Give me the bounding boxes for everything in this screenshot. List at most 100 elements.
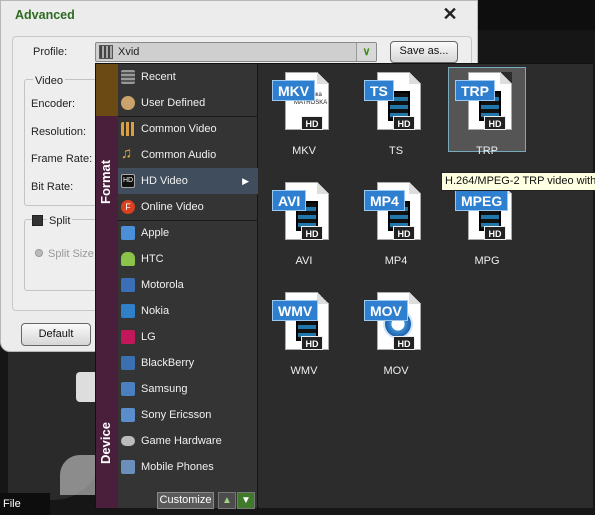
hd-badge: HD	[301, 336, 323, 350]
category-mobile-phones[interactable]: Mobile Phones	[118, 454, 258, 480]
ipod-icon	[121, 226, 135, 240]
format-badge: WMV	[272, 300, 319, 321]
format-label: TRP	[476, 145, 498, 157]
split-size-radio[interactable]	[35, 249, 43, 257]
tab-device-label: Device	[98, 422, 113, 464]
category-label: Apple	[141, 227, 170, 239]
category-label: Mobile Phones	[141, 461, 214, 473]
flash-icon: F	[121, 200, 135, 214]
category-label: Nokia	[141, 305, 170, 317]
format-label: MOV	[383, 365, 409, 377]
save-as-button[interactable]: Save as...	[390, 41, 458, 63]
hd-badge: HD	[301, 226, 323, 240]
format-mp4[interactable]: MP4 HD MP4	[351, 174, 433, 274]
category-common-audio[interactable]: ♫ Common Audio	[118, 142, 258, 168]
tab-format-highlight	[96, 64, 118, 116]
hd-icon: HD	[121, 174, 135, 188]
category-sony-ericsson[interactable]: Sony Ericsson	[118, 402, 258, 428]
category-samsung[interactable]: Samsung	[118, 376, 258, 402]
category-list: Recent User Defined Common Video ♫ Common…	[118, 64, 258, 509]
format-badge: MPEG	[455, 190, 509, 211]
dialog-title: Advanced	[15, 8, 75, 22]
format-badge: MKV	[272, 80, 316, 101]
category-label: Common Video	[141, 123, 217, 135]
scroll-up-icon[interactable]: ▲	[218, 492, 236, 509]
profile-value: Xvid	[118, 46, 140, 58]
category-user-defined[interactable]: User Defined	[118, 90, 258, 116]
profile-format-icon	[99, 45, 113, 59]
category-game-hardware[interactable]: Game Hardware	[118, 428, 258, 454]
category-recent[interactable]: Recent	[118, 64, 258, 90]
scroll-down-icon[interactable]: ▼	[237, 492, 255, 509]
phone-icon	[121, 382, 135, 396]
format-badge: TRP	[455, 80, 495, 101]
app-decoration	[60, 455, 100, 495]
format-trp[interactable]: TRP HD TRP	[442, 64, 526, 164]
profile-select[interactable]: Xvid ∨	[95, 42, 377, 62]
video-group-label: Video	[33, 75, 65, 87]
tab-device[interactable]: Device	[96, 206, 118, 508]
category-common-video[interactable]: Common Video	[118, 116, 258, 142]
split-label: Split	[47, 215, 73, 227]
category-blackberry[interactable]: BlackBerry	[118, 350, 258, 376]
hd-badge: HD	[301, 116, 323, 130]
category-label: Recent	[141, 71, 176, 83]
format-badge: MP4	[364, 190, 405, 211]
format-grid: матрёшка MATROSKA MKV HD MKV TS HD TS TR…	[259, 64, 593, 508]
category-label: HTC	[141, 253, 164, 265]
format-label: TS	[388, 145, 404, 157]
file-menu[interactable]: File	[0, 493, 50, 515]
format-ts[interactable]: TS HD TS	[351, 64, 433, 164]
format-mov[interactable]: MOV HD MOV	[351, 284, 433, 384]
format-label: MKV	[292, 145, 316, 157]
category-label: HD Video	[141, 175, 188, 187]
recent-icon	[121, 70, 135, 84]
format-label: WMV	[290, 365, 318, 377]
phone-icon	[121, 278, 135, 292]
default-button[interactable]: Default	[21, 323, 91, 346]
format-label: MPG	[474, 255, 500, 267]
encoder-label: Encoder:	[31, 98, 76, 110]
format-wmv[interactable]: WMV HD WMV	[259, 284, 341, 384]
phone-icon	[121, 408, 135, 422]
format-avi[interactable]: AVI HD AVI	[259, 174, 341, 274]
tab-format[interactable]: Format	[96, 64, 118, 206]
category-label: Game Hardware	[141, 435, 222, 447]
gamepad-icon	[121, 436, 135, 446]
split-checkbox[interactable]	[32, 215, 43, 226]
category-nokia[interactable]: Nokia	[118, 298, 258, 324]
resolution-label: Resolution:	[31, 126, 87, 138]
profile-label: Profile:	[33, 46, 68, 58]
category-htc[interactable]: HTC	[118, 246, 258, 272]
app-top-bar	[475, 0, 595, 30]
music-note-icon: ♫	[121, 145, 133, 162]
category-label: Common Audio	[141, 149, 217, 161]
format-badge: TS	[364, 80, 394, 101]
category-label: Online Video	[141, 201, 204, 213]
category-label: Samsung	[141, 383, 188, 395]
android-icon	[121, 252, 135, 266]
category-lg[interactable]: LG	[118, 324, 258, 350]
format-badge: MOV	[364, 300, 408, 321]
category-motorola[interactable]: Motorola	[118, 272, 258, 298]
format-label: MP4	[384, 255, 408, 267]
category-label: Motorola	[141, 279, 184, 291]
category-hd-video[interactable]: HD HD Video ▶	[118, 168, 258, 194]
hd-badge: HD	[393, 336, 415, 350]
category-online-video[interactable]: F Online Video	[118, 194, 258, 220]
user-icon	[121, 96, 135, 110]
hd-badge: HD	[484, 116, 506, 130]
format-mkv[interactable]: матрёшка MATROSKA MKV HD MKV	[259, 64, 341, 164]
customize-button[interactable]: Customize	[157, 492, 214, 509]
category-label: Sony Ericsson	[141, 409, 212, 421]
hd-badge: HD	[393, 116, 415, 130]
category-apple[interactable]: Apple	[118, 220, 258, 246]
phone-icon	[121, 304, 135, 318]
format-label: AVI	[295, 255, 313, 267]
close-icon[interactable]: ✕	[433, 4, 467, 24]
format-tooltip: H.264/MPEG-2 TRP video with	[441, 172, 595, 191]
category-label: User Defined	[141, 97, 206, 109]
chevron-down-icon[interactable]: ∨	[356, 43, 376, 61]
hd-badge: HD	[393, 226, 415, 240]
hd-badge: HD	[484, 226, 506, 240]
